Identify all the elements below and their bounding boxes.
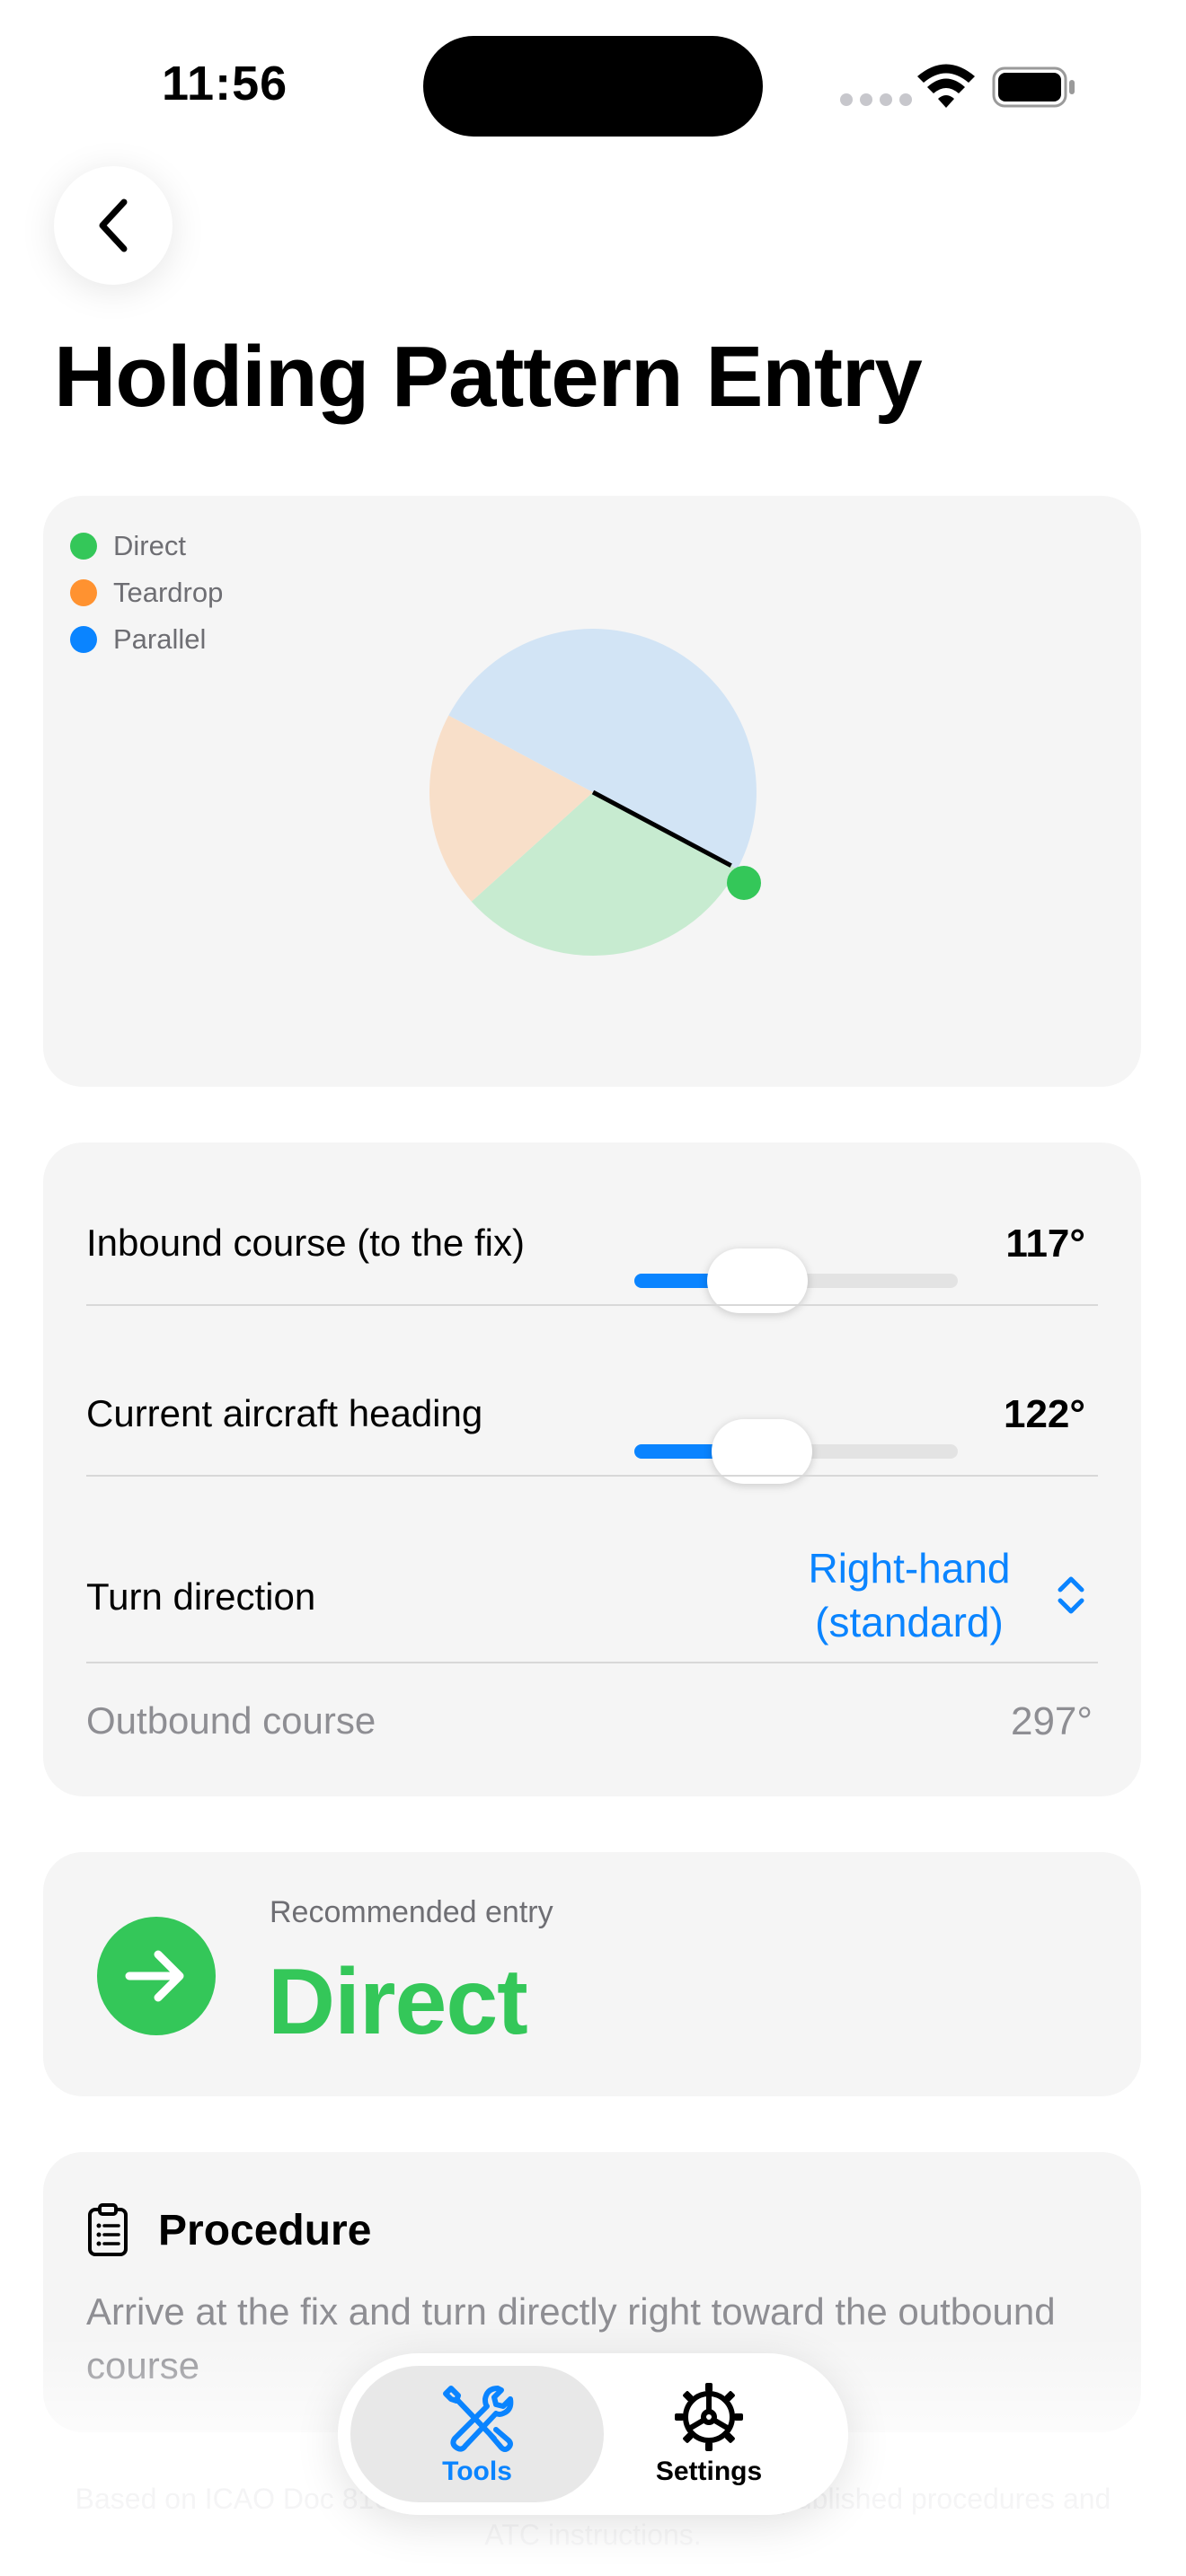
gear-icon [675,2383,743,2451]
inbound-course-slider[interactable] [634,1248,958,1313]
outbound-course-value: 297° [1010,1699,1093,1743]
wifi-icon [917,64,975,108]
turn-direction-value-line2: (standard) [815,1599,1004,1645]
tab-bar: Tools Settings [338,2353,848,2515]
recommended-entry-value: Direct [268,1950,528,2054]
tab-tools[interactable]: Tools [350,2366,604,2502]
arrow-right-icon [97,1917,216,2035]
status-time: 11:56 [162,57,288,110]
status-bar: 11:56 [0,0,1186,162]
divider [86,1475,1098,1477]
turn-direction-row: Turn direction Right-hand (standard) [86,1538,1098,1654]
chevron-left-icon [99,198,128,252]
inbound-course-row: Inbound course (to the fix) 117° [86,1196,1098,1313]
recommended-entry-card: Recommended entry Direct [43,1852,1141,2096]
turn-direction-picker[interactable]: Right-hand (standard) [792,1541,1089,1649]
outbound-course-row: Outbound course 297° [86,1681,1098,1771]
dynamic-island [423,36,763,137]
cellular-signal-icon [840,93,912,106]
inputs-card: Inbound course (to the fix) 117° Current… [43,1142,1141,1796]
aircraft-heading-marker [727,865,762,900]
clipboard-list-icon [88,2203,128,2256]
entry-sector-pie [429,629,762,956]
procedure-title: Procedure [158,2207,372,2254]
aircraft-heading-row: Current aircraft heading 122° [86,1367,1098,1484]
entry-sector-chart-card: Direct Teardrop Parallel [43,496,1141,1087]
page-title: Holding Pattern Entry [54,329,923,425]
aircraft-heading-value: 122° [1003,1392,1085,1436]
inbound-course-value: 117° [1005,1222,1085,1266]
turn-direction-value: Right-hand (standard) [792,1541,1026,1649]
divider [86,1662,1098,1663]
tab-tools-label: Tools [442,2457,512,2486]
divider [86,1304,1098,1306]
chevron-up-down-icon [1058,1576,1084,1614]
inbound-course-label: Inbound course (to the fix) [86,1222,525,1264]
outbound-course-label: Outbound course [86,1699,376,1742]
back-button[interactable] [54,166,173,285]
turn-direction-value-line1: Right-hand [808,1545,1011,1592]
tools-icon [443,2386,514,2452]
battery-icon [992,66,1075,108]
tab-settings[interactable]: Settings [582,2366,836,2502]
aircraft-heading-slider[interactable] [634,1419,958,1484]
aircraft-heading-label: Current aircraft heading [86,1392,483,1434]
recommended-entry-caption: Recommended entry [270,1895,553,1929]
turn-direction-label: Turn direction [86,1575,316,1618]
tab-settings-label: Settings [655,2457,763,2486]
